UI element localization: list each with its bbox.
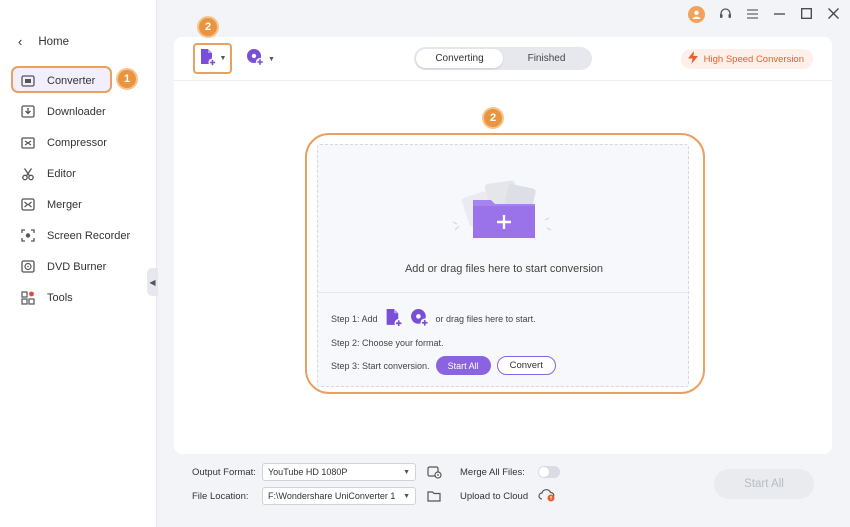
chevron-down-icon: ▼ <box>403 468 410 476</box>
sidebar: ‹ Home Converter Downloader Compressor E… <box>0 0 157 527</box>
drop-zone[interactable]: Add or drag files here to start conversi… <box>317 144 690 387</box>
add-dvd-icon <box>246 48 265 70</box>
sidebar-item-label: Editor <box>47 167 76 180</box>
add-dvd-icon[interactable] <box>410 308 430 330</box>
step2-text: Step 2: Choose your format. <box>331 338 444 348</box>
step3-text: Step 3: Start conversion. <box>331 360 430 371</box>
start-all-button[interactable]: Start All <box>714 469 814 499</box>
window-controls <box>688 6 840 23</box>
file-location-label: File Location: <box>192 490 249 502</box>
sidebar-item-label: Merger <box>47 198 82 211</box>
tab-finished[interactable]: Finished <box>503 49 590 68</box>
callout-badge-add-file: 2 <box>197 16 219 38</box>
home-label: Home <box>38 35 70 48</box>
high-speed-conversion-button[interactable]: High Speed Conversion <box>680 49 813 69</box>
output-format-select[interactable]: YouTube HD 1080P ▼ <box>262 463 416 481</box>
sidebar-nav: Converter Downloader Compressor Editor M… <box>0 65 157 313</box>
support-headset-icon[interactable] <box>718 7 732 23</box>
callout-badge-sidebar: 1 <box>116 68 138 90</box>
downloader-icon <box>21 105 35 119</box>
close-icon[interactable] <box>826 7 840 22</box>
lightning-icon <box>687 51 698 67</box>
sidebar-item-label: Tools <box>47 291 73 304</box>
add-file-icon[interactable] <box>384 308 404 330</box>
output-format-value: YouTube HD 1080P <box>268 467 348 477</box>
status-tabs: Converting Finished <box>414 47 592 70</box>
tools-icon <box>21 290 35 305</box>
file-location-select[interactable]: F:\Wondershare UniConverter 1 ▼ <box>262 487 416 505</box>
sidebar-item-merger[interactable]: Merger <box>0 189 157 220</box>
sidebar-item-compressor[interactable]: Compressor <box>0 127 157 158</box>
collapse-sidebar-button[interactable]: ◀ <box>147 268 158 296</box>
chevron-down-icon: ▼ <box>403 492 410 500</box>
home-link[interactable]: ‹ Home <box>18 34 69 49</box>
folder-add-icon <box>447 180 557 250</box>
start-all-inline-button[interactable]: Start All <box>435 356 491 375</box>
merge-all-files-toggle[interactable] <box>538 466 560 478</box>
minimize-icon[interactable] <box>772 8 786 22</box>
step1-prefix: Step 1: Add <box>331 314 378 324</box>
output-format-row: Output Format: YouTube HD 1080P ▼ Merge … <box>192 463 560 481</box>
sidebar-item-downloader[interactable]: Downloader <box>0 96 157 127</box>
add-dvd-button[interactable]: ▼ <box>246 48 275 70</box>
chevron-down-icon: ▼ <box>268 55 275 63</box>
step1-suffix: or drag files here to start. <box>435 314 536 324</box>
drop-zone-prompt: Add or drag files here to start conversi… <box>404 263 604 275</box>
divider <box>318 292 690 293</box>
output-format-label: Output Format: <box>192 466 256 478</box>
compressor-icon <box>21 136 35 150</box>
bottom-bar: Output Format: YouTube HD 1080P ▼ Merge … <box>174 454 832 520</box>
maximize-icon[interactable] <box>799 7 813 22</box>
sidebar-item-dvd-burner[interactable]: DVD Burner <box>0 251 157 282</box>
tab-converting[interactable]: Converting <box>416 49 503 68</box>
screen-recorder-icon <box>21 229 35 243</box>
toolbar: ▼ ▼ Converting Finished High Speed Conve… <box>174 37 832 81</box>
high-speed-label: High Speed Conversion <box>703 53 804 65</box>
merge-all-files-label: Merge All Files: <box>460 466 525 478</box>
sidebar-item-label: Downloader <box>47 105 106 118</box>
converter-icon <box>21 74 35 88</box>
upload-to-cloud-label: Upload to Cloud <box>460 490 529 502</box>
sidebar-item-tools[interactable]: Tools <box>0 282 157 313</box>
add-files-button[interactable]: ▼ <box>193 43 232 74</box>
dvd-icon <box>21 260 35 274</box>
menu-icon[interactable] <box>745 8 759 22</box>
sidebar-item-screen-recorder[interactable]: Screen Recorder <box>0 220 157 251</box>
convert-inline-button[interactable]: Convert <box>496 356 556 375</box>
folder-icon[interactable] <box>426 488 442 504</box>
sidebar-item-editor[interactable]: Editor <box>0 158 157 189</box>
callout-badge-drop-zone: 2 <box>482 107 504 129</box>
cloud-upload-icon[interactable] <box>538 488 556 505</box>
merger-icon <box>21 198 35 212</box>
step-3: Step 3: Start conversion. Start All Conv… <box>331 356 556 375</box>
sidebar-item-label: Converter <box>47 74 96 87</box>
step-2: Step 2: Choose your format. <box>331 338 444 348</box>
scissors-icon <box>21 167 35 181</box>
file-location-value: F:\Wondershare UniConverter 1 <box>268 491 396 501</box>
chevron-left-icon: ‹ <box>18 34 23 49</box>
sidebar-item-label: Compressor <box>47 136 107 149</box>
chevron-down-icon: ▼ <box>219 55 227 62</box>
sidebar-item-label: Screen Recorder <box>47 229 131 242</box>
user-avatar-icon[interactable] <box>688 6 705 23</box>
file-location-row: File Location: F:\Wondershare UniConvert… <box>192 487 556 505</box>
main-panel: ▼ ▼ Converting Finished High Speed Conve… <box>174 37 832 454</box>
add-file-icon <box>199 48 217 70</box>
format-settings-icon[interactable] <box>426 464 442 480</box>
step-1: Step 1: Add or drag files here to start. <box>331 308 536 330</box>
sidebar-item-label: DVD Burner <box>47 260 107 273</box>
